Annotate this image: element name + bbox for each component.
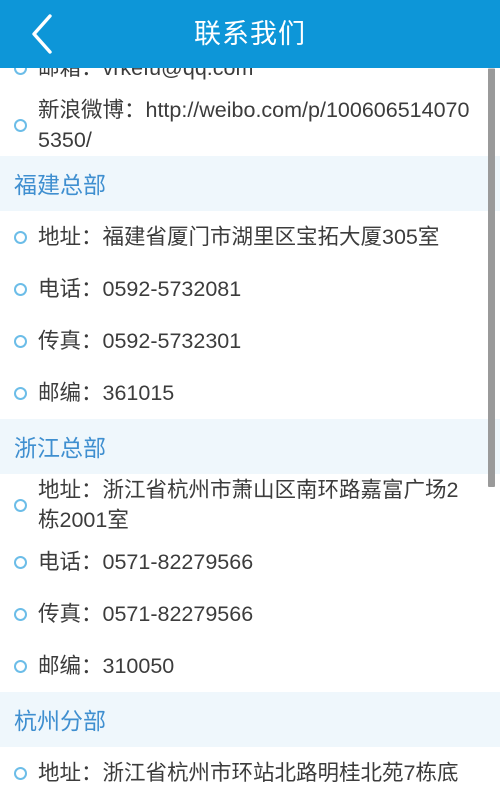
circle-bullet-icon <box>14 659 27 673</box>
contact-us-screen: 联系我们 邮箱：vrkefu@qq.com 新浪微博：http://weibo.c… <box>0 0 500 800</box>
list-item-label: 传真：0592-5732301 <box>38 329 242 353</box>
list-item-label: 地址：浙江省杭州市萧山区南环路嘉富广场2栋2001室 <box>38 478 459 532</box>
list-item[interactable]: 邮编：361015 <box>0 367 500 419</box>
list-item[interactable]: 电话：0571-82279566 <box>0 536 500 588</box>
list-item[interactable]: 电话：0592-5732081 <box>0 263 500 315</box>
circle-bullet-icon <box>14 498 27 512</box>
list-item-label: 新浪微博：http://weibo.com/p/1006065140705350… <box>38 98 470 152</box>
list-item-label: 电话：0571-82279566 <box>38 550 254 574</box>
circle-bullet-icon <box>14 118 27 132</box>
section-heading: 福建总部 <box>0 156 500 211</box>
list-item[interactable]: 传真：0571-82279566 <box>0 588 500 640</box>
list-item[interactable]: 邮箱：vrkefu@qq.com <box>0 68 500 94</box>
section-heading: 杭州分部 <box>0 692 500 747</box>
circle-bullet-icon <box>14 282 27 296</box>
chevron-left-icon <box>29 13 55 55</box>
circle-bullet-icon <box>14 334 27 348</box>
list-item[interactable]: 传真：0592-5732301 <box>0 315 500 367</box>
list-item[interactable]: 地址：浙江省杭州市环站北路明桂北苑7栋底 <box>0 747 500 799</box>
back-button[interactable] <box>0 0 84 68</box>
list-item-label: 邮编：310050 <box>38 654 175 678</box>
list-item-label: 电话：0592-5732081 <box>38 277 242 301</box>
circle-bullet-icon <box>14 68 27 75</box>
list-item-label: 邮编：361015 <box>38 381 175 405</box>
list-item[interactable]: 地址：福建省厦门市湖里区宝拓大厦305室 <box>0 211 500 263</box>
section-heading: 浙江总部 <box>0 419 500 474</box>
circle-bullet-icon <box>14 607 27 621</box>
contact-list: 邮箱：vrkefu@qq.com 新浪微博：http://weibo.com/p/… <box>0 68 500 799</box>
list-item[interactable]: 新浪微博：http://weibo.com/p/1006065140705350… <box>0 94 500 156</box>
list-item-label: 传真：0571-82279566 <box>38 602 254 626</box>
list-item-label: 地址：浙江省杭州市环站北路明桂北苑7栋底 <box>38 761 459 785</box>
app-bar: 联系我们 <box>0 0 500 68</box>
list-item[interactable]: 邮编：310050 <box>0 640 500 692</box>
scrollbar-thumb[interactable] <box>488 68 495 487</box>
circle-bullet-icon <box>14 230 27 244</box>
list-item-label: 地址：福建省厦门市湖里区宝拓大厦305室 <box>38 225 440 249</box>
circle-bullet-icon <box>14 555 27 569</box>
circle-bullet-icon <box>14 766 27 780</box>
list-item[interactable]: 地址：浙江省杭州市萧山区南环路嘉富广场2栋2001室 <box>0 474 500 536</box>
list-item-label: 邮箱：vrkefu@qq.com <box>38 68 254 80</box>
content-scroll-area[interactable]: 邮箱：vrkefu@qq.com 新浪微博：http://weibo.com/p/… <box>0 68 500 800</box>
circle-bullet-icon <box>14 386 27 400</box>
